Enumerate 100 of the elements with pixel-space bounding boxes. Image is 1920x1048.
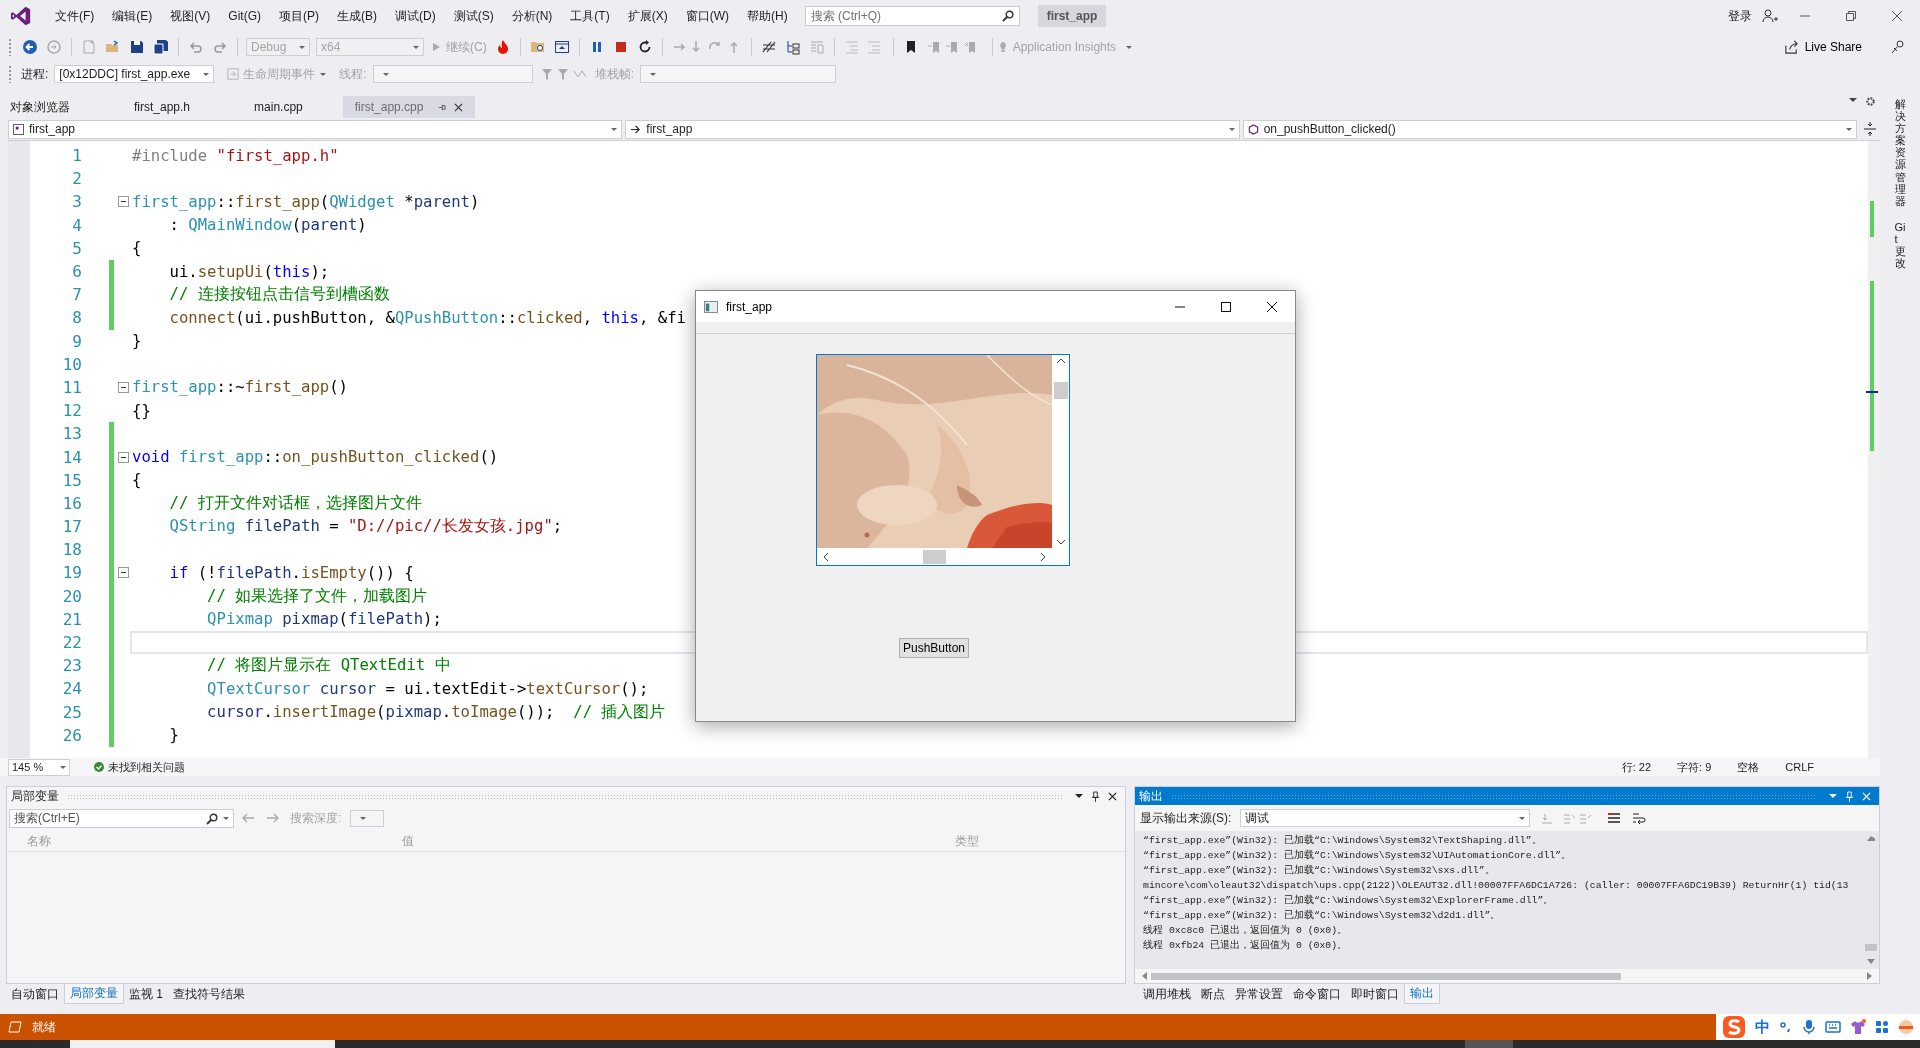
menu-item[interactable]: 文件(F): [46, 7, 104, 25]
line-number: 21: [61, 609, 82, 629]
line-number: 9: [71, 331, 82, 351]
scroll-up-icon[interactable]: [1056, 358, 1065, 364]
restore-icon[interactable]: [1845, 10, 1857, 22]
menu-item[interactable]: 工具(T): [561, 7, 619, 25]
dropdown-icon[interactable]: [1075, 792, 1083, 800]
document-tab[interactable]: first_app.cpp: [342, 96, 476, 118]
collapse-icon[interactable]: [117, 381, 129, 393]
tool-window-tab[interactable]: 异常设置: [1230, 984, 1288, 1004]
play-icon: [431, 42, 441, 52]
input-mode-indicator[interactable]: 中: [1755, 1017, 1770, 1037]
search-icon[interactable]: [1001, 10, 1014, 22]
menu-item[interactable]: 项目(P): [270, 7, 328, 25]
editor-scrollbar[interactable]: [1868, 141, 1880, 758]
word-wrap-icon[interactable]: [1632, 811, 1647, 825]
output-line: 线程 0xc8c0 已退出，返回值为 0 (0x0)。: [1143, 923, 1349, 938]
tool-window-tab[interactable]: 查找符号结果: [168, 984, 250, 1004]
feedback-icon[interactable]: [1890, 39, 1906, 55]
menu-item[interactable]: 窗口(W): [676, 7, 738, 25]
pin-icon[interactable]: [1091, 790, 1100, 802]
tool-window-tab[interactable]: 命令窗口: [1288, 984, 1346, 1004]
dropdown-icon[interactable]: [1849, 96, 1857, 104]
punctuation-icon[interactable]: [1779, 1020, 1793, 1034]
scrollbar-thumb[interactable]: [1865, 944, 1877, 951]
member-dropdown[interactable]: on_pushButton_clicked(): [1242, 119, 1857, 139]
menu-item[interactable]: 帮助(H): [738, 7, 797, 25]
menu-item[interactable]: 视图(V): [161, 7, 220, 25]
back-icon[interactable]: [22, 39, 38, 55]
indent-indicator[interactable]: 空格: [1737, 759, 1760, 775]
tool-window-tab[interactable]: 输出: [1404, 984, 1440, 1004]
menu-item[interactable]: Git(G): [219, 9, 270, 23]
project-dropdown[interactable]: first_app: [8, 119, 623, 139]
line-indicator[interactable]: 行: 22: [1621, 759, 1652, 775]
tool-window-tab[interactable]: 局部变量: [64, 984, 124, 1004]
keyboard-icon[interactable]: [1825, 1021, 1841, 1033]
save-all-icon[interactable]: [153, 39, 169, 55]
thread-icon[interactable]: [760, 39, 777, 55]
menu-item[interactable]: 编辑(E): [103, 7, 162, 25]
tool-window-tab[interactable]: 监视 1: [124, 984, 168, 1004]
microphone-icon[interactable]: [1802, 1019, 1816, 1035]
shirt-icon[interactable]: [1850, 1019, 1866, 1035]
sign-in-link[interactable]: 登录: [1728, 7, 1752, 25]
avatar-icon[interactable]: [1898, 1019, 1914, 1035]
scroll-down-icon[interactable]: [1056, 539, 1065, 545]
collapse-icon[interactable]: [117, 196, 129, 208]
scrollbar-thumb[interactable]: [1151, 972, 1621, 980]
toolbar-grip[interactable]: [8, 38, 12, 56]
tool-window-tab[interactable]: 即时窗口: [1346, 984, 1404, 1004]
scroll-left-icon[interactable]: [823, 552, 829, 561]
scope-dropdown[interactable]: first_app: [625, 119, 1240, 139]
push-button[interactable]: PushButton: [899, 638, 970, 658]
close-icon[interactable]: [1891, 10, 1903, 22]
tree-icon[interactable]: [784, 39, 801, 55]
menu-item[interactable]: 分析(N): [502, 7, 562, 25]
input-method-logo-icon[interactable]: [1722, 1015, 1746, 1039]
add-user-icon[interactable]: [1762, 8, 1778, 24]
split-icon[interactable]: [1864, 122, 1876, 136]
open-folder-icon[interactable]: [105, 39, 121, 55]
search-field[interactable]: 搜索 (Ctrl+Q): [804, 6, 1020, 26]
line-number: 5: [71, 238, 82, 258]
menu-item[interactable]: 测试(S): [444, 7, 503, 25]
tool-window-tab[interactable]: 断点: [1196, 984, 1230, 1004]
clear-all-icon[interactable]: [1607, 811, 1622, 825]
tool-window-tab[interactable]: 调用堆栈: [1138, 984, 1196, 1004]
tool-window-tab[interactable]: 自动窗口: [6, 984, 64, 1004]
settings-icon[interactable]: [1865, 96, 1876, 107]
menu-item[interactable]: 扩展(X): [618, 7, 677, 25]
save-icon[interactable]: [129, 39, 145, 55]
search-field[interactable]: 搜索(Ctrl+E): [9, 808, 234, 828]
window-icon[interactable]: [553, 39, 570, 55]
scrollbar-thumb[interactable]: [1053, 382, 1068, 399]
menu-item[interactable]: 生成(B): [328, 7, 386, 25]
document-tab[interactable]: first_app.h: [122, 96, 203, 118]
live-share-button[interactable]: Live Share: [1777, 38, 1868, 56]
collapse-icon[interactable]: [117, 567, 129, 579]
maximize-icon[interactable]: [1220, 300, 1232, 313]
close-icon[interactable]: [1108, 791, 1117, 801]
scroll-right-icon[interactable]: [1040, 552, 1046, 561]
close-icon[interactable]: [1266, 300, 1278, 313]
search-icon[interactable]: [206, 812, 218, 825]
issues-status[interactable]: 未找到相关问题: [108, 759, 185, 775]
grid-icon[interactable]: [1875, 1020, 1889, 1034]
folder-search-icon[interactable]: [529, 39, 546, 55]
toolbar-grip[interactable]: [8, 65, 12, 83]
process-dropdown[interactable]: [0x12DDC] first_app.exe: [54, 65, 215, 83]
column-indicator[interactable]: 字符: 9: [1677, 759, 1712, 775]
caret-icon: [320, 72, 327, 76]
document-tab[interactable]: 对象浏览器: [0, 96, 82, 118]
output-line: “first_app.exe”(Win32): 已加载“C:\Windows\System32\TextShaping.dll”。: [1143, 833, 1543, 848]
line-number: 8: [71, 308, 82, 328]
scrollbar-thumb[interactable]: [923, 549, 946, 564]
close-icon[interactable]: [454, 102, 464, 112]
zoom-dropdown[interactable]: 145 %: [8, 758, 70, 776]
output-source-dropdown[interactable]: 调试: [1240, 809, 1531, 827]
menu-item[interactable]: 调试(D): [386, 7, 445, 25]
line-ending-indicator[interactable]: CRLF: [1785, 761, 1814, 773]
collapse-icon[interactable]: [117, 451, 129, 463]
document-tab[interactable]: main.cpp: [242, 96, 315, 118]
text-edit[interactable]: [816, 354, 1070, 566]
